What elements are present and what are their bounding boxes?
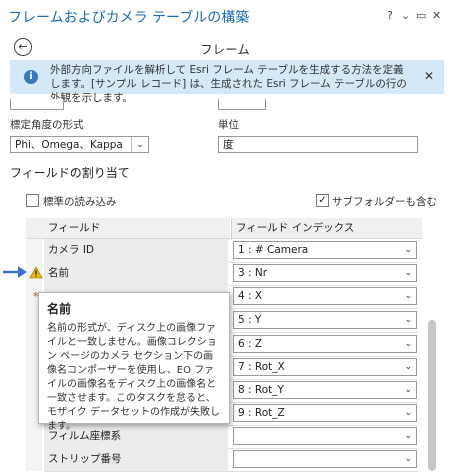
title-bar: フレームおよびカメラ テーブルの構築 ? ⌄ ▭ ✕ (0, 0, 450, 32)
table-row: 名前 3 : Nr ⌄ (44, 262, 418, 286)
include-subfolders-label: サブフォルダーも含む (332, 196, 437, 208)
chevron-down-icon: ⌄ (404, 362, 412, 372)
info-close-button[interactable]: ✕ (424, 69, 434, 83)
field-index-dropdown[interactable]: 5 : Y ⌄ (233, 311, 417, 329)
field-index-value: 9 : Rot_Z (238, 407, 285, 419)
table-row: カメラ ID 1 : # Camera ⌄ (44, 239, 418, 263)
field-index-value: 1 : # Camera (238, 244, 309, 256)
cutoff-dropdown-right[interactable] (218, 99, 266, 110)
info-banner: i 外部方向ファイルを解析して Esri フレーム テーブルを生成する方法を定義… (10, 60, 444, 104)
unit-value: 度 (223, 139, 234, 151)
chevron-down-icon: ⌄ (404, 408, 412, 418)
chevron-down-icon: ⌄ (404, 291, 412, 301)
chevron-down-icon: ⌄ (404, 268, 412, 278)
field-index-column-header: フィールド インデックス (231, 218, 422, 239)
unit-label: 単位 (218, 119, 239, 131)
help-button[interactable]: ? (387, 9, 393, 22)
chevron-down-icon: ⌄ (404, 385, 412, 395)
field-header-label: フィールド (48, 222, 101, 234)
field-index-dropdown[interactable]: ⌄ (233, 427, 417, 445)
chevron-down-icon: ⌄ (404, 245, 412, 255)
pointer-arrow-icon (3, 266, 27, 278)
tooltip-body: 名前の形式が、ディスク上の画像ファイルと一致しません。画像コレクション ページの… (47, 323, 220, 432)
field-index-value: 3 : Nr (238, 267, 268, 279)
field-index-dropdown[interactable]: 7 : Rot_X ⌄ (233, 358, 417, 376)
scrollbar-thumb[interactable] (428, 320, 436, 471)
pin-button[interactable]: ▭ (416, 9, 426, 22)
chevron-down-icon: ⌄ (404, 454, 412, 464)
field-index-dropdown[interactable]: 9 : Rot_Z ⌄ (233, 404, 417, 422)
info-icon: i (24, 70, 38, 84)
field-index-dropdown[interactable]: 8 : Rot_Y ⌄ (233, 381, 417, 399)
field-index-value: 8 : Rot_Y (238, 384, 284, 396)
chevron-down-icon: ⌄ (404, 315, 412, 325)
options-menu-button[interactable]: ⌄ (401, 9, 410, 22)
load-standard-label: 標準の読み込み (43, 196, 117, 208)
field-index-dropdown[interactable]: 6 : Z ⌄ (233, 335, 417, 353)
table-row: ストリップ番号 ⌄ (44, 448, 418, 472)
field-index-header-label: フィールド インデックス (236, 222, 355, 234)
chevron-down-icon: ⌄ (404, 431, 412, 441)
field-index-dropdown[interactable]: 1 : # Camera ⌄ (233, 241, 417, 259)
include-subfolders-checkbox[interactable]: ✓ (316, 194, 329, 207)
cutoff-dropdown-left[interactable] (10, 99, 64, 110)
fields-section-title: フィールドの割り当て (10, 166, 130, 180)
load-standard-checkbox[interactable] (26, 194, 39, 207)
warning-icon[interactable] (29, 266, 43, 279)
field-index-value: 6 : Z (238, 338, 263, 350)
orientation-format-label: 標定角度の形式 (10, 119, 84, 131)
orientation-format-value: Phi、Omega、Kappa (15, 139, 123, 151)
orientation-format-dropdown[interactable]: Phi、Omega、Kappa ⌄ (10, 136, 149, 153)
window-title: フレームおよびカメラ テーブルの構築 (8, 10, 250, 26)
field-name-cell: 名前 (44, 262, 228, 285)
field-index-dropdown[interactable]: ⌄ (233, 450, 417, 468)
field-name-cell: カメラ ID (44, 239, 228, 262)
field-index-dropdown[interactable]: 4 : X ⌄ (233, 287, 417, 305)
page-title: フレーム (200, 42, 250, 57)
field-name-cell: ストリップ番号 (44, 448, 228, 471)
field-column-header: フィールド (26, 218, 230, 239)
chevron-down-icon: ⌄ (131, 137, 148, 152)
unit-dropdown[interactable]: 度 (218, 136, 418, 153)
field-index-value: 5 : Y (238, 314, 262, 326)
close-button[interactable]: ✕ (432, 9, 441, 22)
field-index-value: 4 : X (238, 290, 263, 302)
chevron-down-icon: ⌄ (404, 339, 412, 349)
field-index-dropdown[interactable]: 3 : Nr ⌄ (233, 264, 417, 282)
tooltip-title: 名前 (47, 302, 72, 316)
field-index-value: 7 : Rot_X (238, 361, 285, 373)
warning-tooltip: 名前 名前の形式が、ディスク上の画像ファイルと一致しません。画像コレクション ペ… (38, 292, 230, 432)
